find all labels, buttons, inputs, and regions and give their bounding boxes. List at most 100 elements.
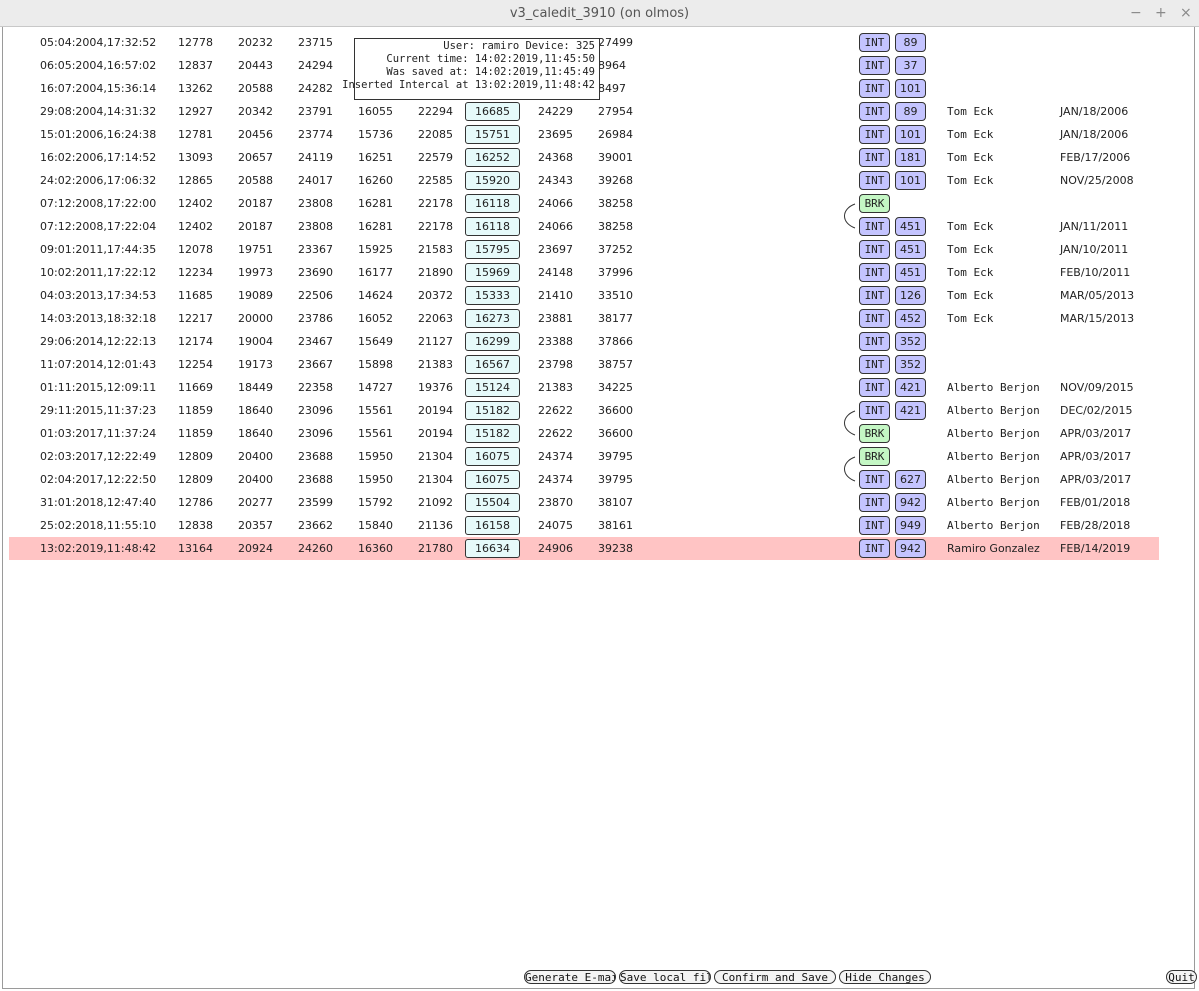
table-row[interactable]: 10:02:2011,17:22:12 12234 19973 23690 16177 2…	[9, 261, 1159, 284]
row-int-tag[interactable]: INT	[859, 470, 890, 489]
row-int-tag[interactable]: INT	[859, 217, 890, 236]
row-editable-value[interactable]: 16118	[465, 194, 520, 213]
row-number-tag[interactable]: 451	[895, 217, 926, 236]
table-row[interactable]: 31:01:2018,12:47:40 12786 20277 23599 15792 2…	[9, 491, 1159, 514]
row-int-tag[interactable]: INT	[859, 401, 890, 420]
row-number-tag[interactable]: 451	[895, 263, 926, 282]
row-number-tag[interactable]: 352	[895, 332, 926, 351]
table-row[interactable]: 01:11:2015,12:09:11 11669 18449 22358 14727 1…	[9, 376, 1159, 399]
row-editable-value[interactable]: 16567	[465, 355, 520, 374]
minimize-icon[interactable]: −	[1130, 0, 1142, 27]
row-editable-value[interactable]: 16158	[465, 516, 520, 535]
row-value-v8: 37996	[598, 266, 633, 279]
table-row[interactable]: 07:12:2008,17:22:00 12402 20187 23808 16281 2…	[9, 192, 1159, 215]
maximize-icon[interactable]: +	[1155, 0, 1167, 27]
row-editable-value[interactable]: 15795	[465, 240, 520, 259]
hide-changes-button[interactable]: Hide Changes	[839, 970, 931, 984]
row-editable-value[interactable]: 16299	[465, 332, 520, 351]
table-row[interactable]: 14:03:2013,18:32:18 12217 20000 23786 16052 2…	[9, 307, 1159, 330]
row-value-v2: 20400	[238, 473, 273, 486]
table-row[interactable]: 25:02:2018,11:55:10 12838 20357 23662 15840 2…	[9, 514, 1159, 537]
row-brk-tag[interactable]: BRK	[859, 447, 890, 466]
row-number-tag[interactable]: 949	[895, 516, 926, 535]
row-int-tag[interactable]: INT	[859, 332, 890, 351]
table-row[interactable]: 02:04:2017,12:22:50 12809 20400 23688 15950 2…	[9, 468, 1159, 491]
table-row[interactable]: 15:01:2006,16:24:38 12781 20456 23774 15736 2…	[9, 123, 1159, 146]
row-number-tag[interactable]: 126	[895, 286, 926, 305]
row-int-tag[interactable]: INT	[859, 309, 890, 328]
row-number-tag[interactable]: 451	[895, 240, 926, 259]
row-int-tag[interactable]: INT	[859, 148, 890, 167]
row-editable-value[interactable]: 15751	[465, 125, 520, 144]
row-int-tag[interactable]: INT	[859, 493, 890, 512]
row-date: FEB/28/2018	[1060, 519, 1131, 532]
row-editable-value[interactable]: 16273	[465, 309, 520, 328]
row-number-tag[interactable]: 101	[895, 125, 926, 144]
row-int-tag[interactable]: INT	[859, 378, 890, 397]
row-editable-value[interactable]: 15124	[465, 378, 520, 397]
row-number-tag[interactable]: 452	[895, 309, 926, 328]
confirm-and-save-button[interactable]: Confirm and Save	[714, 970, 836, 984]
row-editable-value[interactable]: 15182	[465, 424, 520, 443]
row-value-v3: 23467	[298, 335, 333, 348]
row-int-tag[interactable]: INT	[859, 125, 890, 144]
row-int-tag[interactable]: INT	[859, 56, 890, 75]
row-value-v7: 21410	[538, 289, 573, 302]
row-editable-value[interactable]: 15504	[465, 493, 520, 512]
row-number-tag[interactable]: 942	[895, 539, 926, 558]
row-int-tag[interactable]: INT	[859, 286, 890, 305]
table-row-selected[interactable]: 13:02:2019,11:48:42 13164 20924 24260 16360 2…	[9, 537, 1159, 560]
row-number-tag[interactable]: 421	[895, 378, 926, 397]
generate-email-button[interactable]: Generate E-mail	[524, 970, 616, 984]
row-editable-value[interactable]: 16075	[465, 470, 520, 489]
row-editable-value[interactable]: 16252	[465, 148, 520, 167]
row-int-tag[interactable]: INT	[859, 263, 890, 282]
close-icon[interactable]: ×	[1180, 0, 1192, 27]
table-row[interactable]: 24:02:2006,17:06:32 12865 20588 24017 16260 2…	[9, 169, 1159, 192]
row-number-tag[interactable]: 181	[895, 148, 926, 167]
row-int-tag[interactable]: INT	[859, 516, 890, 535]
table-row[interactable]: 16:02:2006,17:14:52 13093 20657 24119 16251 2…	[9, 146, 1159, 169]
row-int-tag[interactable]: INT	[859, 171, 890, 190]
quit-button[interactable]: Quit	[1166, 970, 1197, 984]
row-editable-value[interactable]: 16118	[465, 217, 520, 236]
row-date: JAN/18/2006	[1060, 105, 1129, 118]
row-editable-value[interactable]: 15920	[465, 171, 520, 190]
row-number-tag[interactable]: 101	[895, 171, 926, 190]
table-row[interactable]: 01:03:2017,11:37:24 11859 18640 23096 15561 2…	[9, 422, 1159, 445]
row-value-v5: 21383	[418, 358, 453, 371]
table-row[interactable]: 07:12:2008,17:22:04 12402 20187 23808 16281 2…	[9, 215, 1159, 238]
row-number-tag[interactable]: 352	[895, 355, 926, 374]
row-number-tag[interactable]: 627	[895, 470, 926, 489]
row-brk-tag[interactable]: BRK	[859, 194, 890, 213]
table-row[interactable]: 29:11:2015,11:37:23 11859 18640 23096 15561 2…	[9, 399, 1159, 422]
table-row[interactable]: 29:08:2004,14:31:32 12927 20342 23791 16055 2…	[9, 100, 1159, 123]
row-number-tag[interactable]: 101	[895, 79, 926, 98]
row-brk-tag[interactable]: BRK	[859, 424, 890, 443]
row-int-tag[interactable]: INT	[859, 79, 890, 98]
row-editable-value[interactable]: 16685	[465, 102, 520, 121]
row-number-tag[interactable]: 89	[895, 33, 926, 52]
row-int-tag[interactable]: INT	[859, 539, 890, 558]
row-number-tag[interactable]: 942	[895, 493, 926, 512]
table-row[interactable]: 11:07:2014,12:01:43 12254 19173 23667 15898 2…	[9, 353, 1159, 376]
table-row[interactable]: 29:06:2014,12:22:13 12174 19004 23467 15649 2…	[9, 330, 1159, 353]
table-row[interactable]: 02:03:2017,12:22:49 12809 20400 23688 15950 2…	[9, 445, 1159, 468]
row-int-tag[interactable]: INT	[859, 102, 890, 121]
row-editable-value[interactable]: 15333	[465, 286, 520, 305]
row-value-v8: 34225	[598, 381, 633, 394]
row-number-tag[interactable]: 89	[895, 102, 926, 121]
row-int-tag[interactable]: INT	[859, 240, 890, 259]
save-local-file-button[interactable]: Save local file	[619, 970, 711, 984]
row-user: Alberto Berjon	[947, 404, 1040, 417]
row-editable-value[interactable]: 15182	[465, 401, 520, 420]
table-row[interactable]: 09:01:2011,17:44:35 12078 19751 23367 15925 2…	[9, 238, 1159, 261]
row-editable-value[interactable]: 16634	[465, 539, 520, 558]
row-number-tag[interactable]: 421	[895, 401, 926, 420]
row-int-tag[interactable]: INT	[859, 33, 890, 52]
row-editable-value[interactable]: 15969	[465, 263, 520, 282]
row-editable-value[interactable]: 16075	[465, 447, 520, 466]
row-int-tag[interactable]: INT	[859, 355, 890, 374]
table-row[interactable]: 04:03:2013,17:34:53 11685 19089 22506 14624 2…	[9, 284, 1159, 307]
row-number-tag[interactable]: 37	[895, 56, 926, 75]
